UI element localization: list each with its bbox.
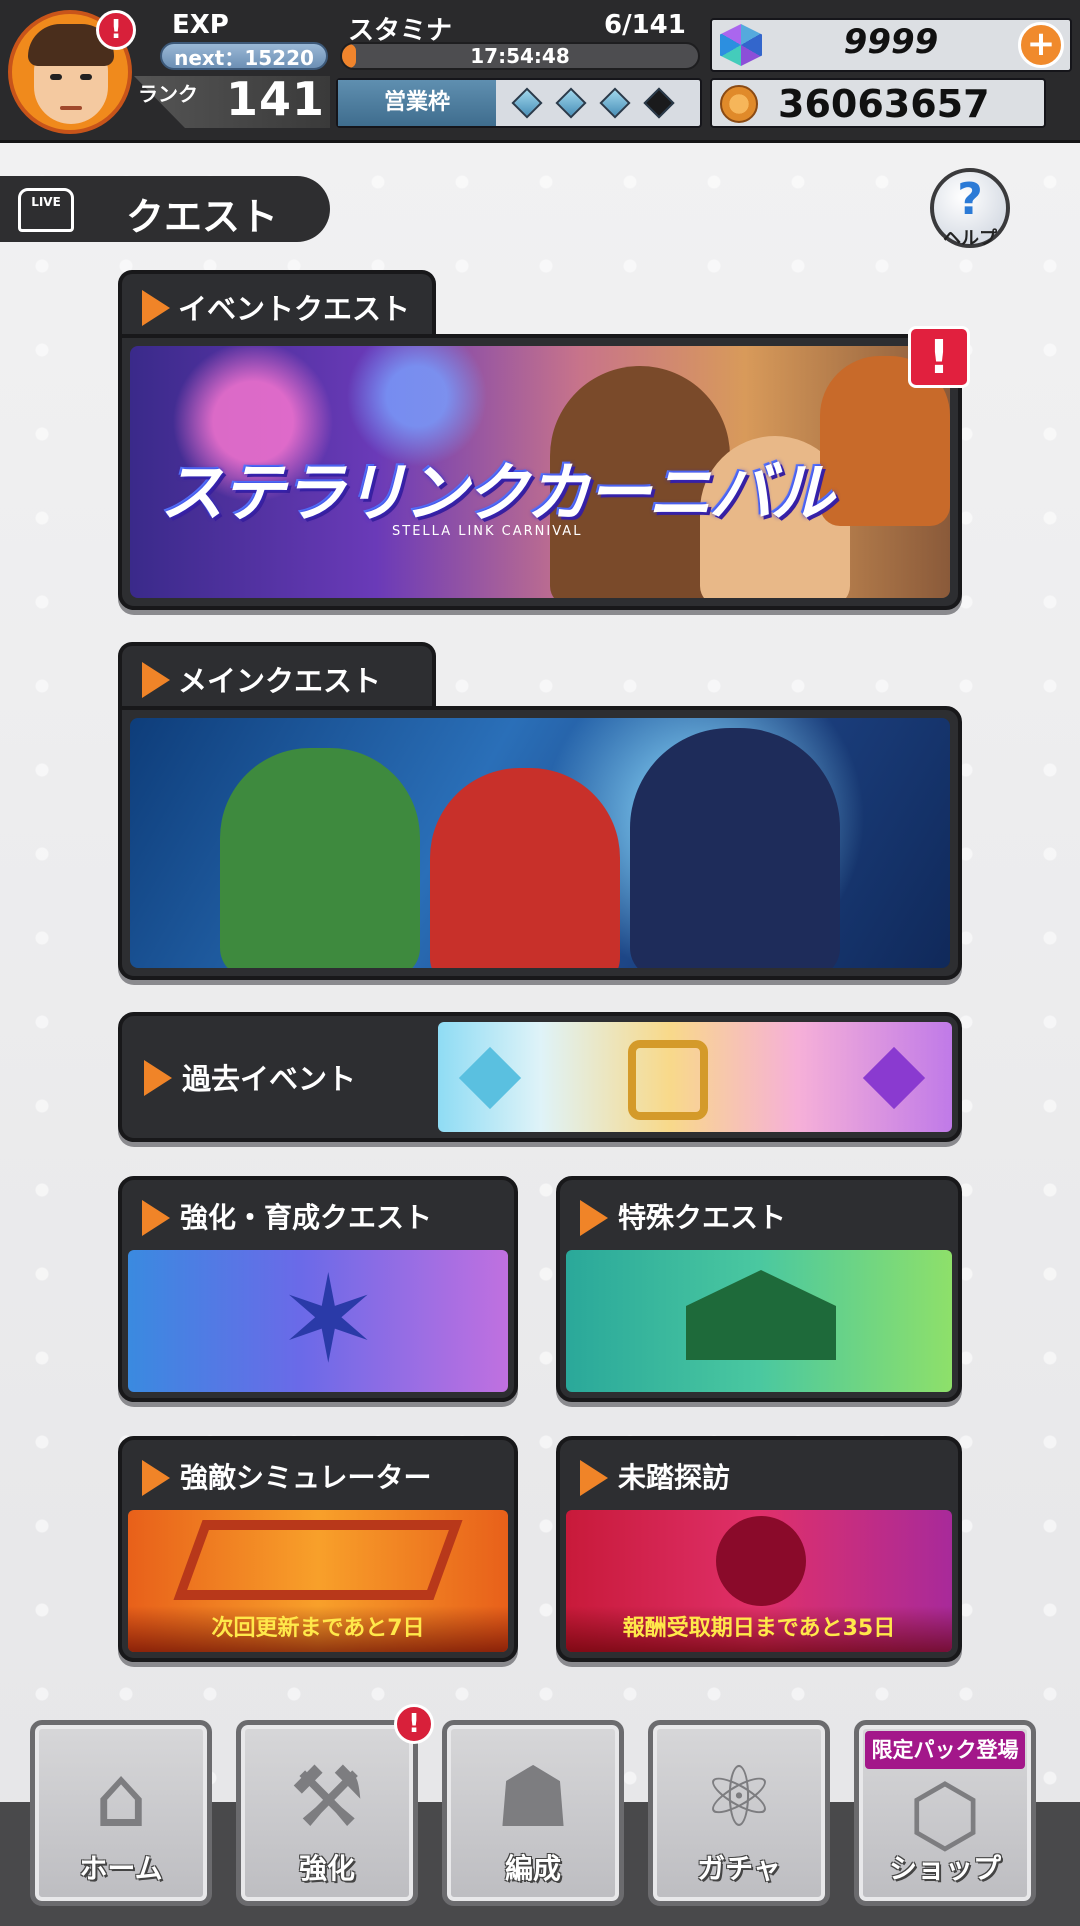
nav-enhance-button[interactable]: ⚒ 強化	[236, 1720, 418, 1906]
nav-enhance-label: 強化	[298, 1852, 355, 1885]
main-character-bear	[220, 748, 420, 968]
special-quest-image	[566, 1250, 952, 1392]
avatar-alert-icon: !	[96, 10, 136, 50]
past-event-banner[interactable]: 過去イベント	[118, 1012, 962, 1142]
training-quest-label: 強化・育成クエスト	[180, 1201, 433, 1234]
exploration-note: 報酬受取期日まであと35日	[566, 1606, 952, 1652]
main-quest-tab[interactable]: メインクエスト	[118, 642, 436, 712]
team-icon: ☗	[495, 1748, 571, 1846]
exp-next-value: next：15220	[160, 42, 328, 70]
sparkle-icon-right	[862, 1046, 926, 1110]
avatar-eye-right	[80, 74, 92, 80]
coin-counter: 36063657	[710, 78, 1046, 128]
emblem-icon	[686, 1270, 836, 1360]
status-header: ! EXP next：15220 ランク 141 スタミナ 6/141 17:5…	[0, 0, 1080, 143]
sales-slot-box: 営業枠	[336, 78, 702, 128]
sales-slot-diamond-icon	[643, 87, 675, 119]
event-logo-subtitle: STELLA LINK CARNIVAL	[392, 524, 583, 539]
add-gems-button[interactable]: +	[1018, 22, 1064, 68]
nav-home-label: ホーム	[79, 1852, 163, 1885]
play-arrow-icon	[142, 662, 170, 698]
play-arrow-icon	[580, 1460, 608, 1496]
special-quest-label: 特殊クエスト	[618, 1201, 787, 1234]
event-banner-image: ステラリンクカーニバル STELLA LINK CARNIVAL	[130, 346, 950, 598]
star-icon: ✶	[278, 1251, 379, 1390]
shop-ribbon: 限定パック登場	[865, 1731, 1025, 1769]
rank-value: 141	[226, 72, 326, 126]
help-label: ヘルプ	[943, 228, 997, 249]
avatar-mouth	[60, 106, 82, 110]
enhance-alert-icon: !	[394, 1704, 434, 1744]
special-quest-card[interactable]: 特殊クエスト	[556, 1176, 962, 1402]
page-title: クエスト	[126, 195, 279, 239]
sales-slot-diamond-icon	[511, 87, 543, 119]
simulator-quest-card[interactable]: 強敵シミュレーター 次回更新まであと7日	[118, 1436, 518, 1662]
help-button[interactable]: ? ヘルプ	[930, 168, 1010, 249]
main-character-girl	[630, 728, 840, 968]
training-quest-image: ✶	[128, 1250, 508, 1392]
exploration-quest-image: 報酬受取期日まであと35日	[566, 1510, 952, 1652]
nav-formation-label: 編成	[504, 1852, 561, 1885]
sales-slot-diamond-icon	[555, 87, 587, 119]
mask-icon	[716, 1516, 806, 1606]
nav-formation-button[interactable]: ☗ 編成	[442, 1720, 624, 1906]
main-banner-image	[130, 718, 950, 968]
training-quest-card[interactable]: 強化・育成クエスト ✶	[118, 1176, 518, 1402]
main-quest-banner[interactable]	[118, 706, 962, 980]
nav-gacha-button[interactable]: ⚛ ガチャ	[648, 1720, 830, 1906]
rank-label: ランク	[138, 82, 198, 106]
gem-value: 9999	[843, 22, 939, 62]
simulator-quest-label: 強敵シミュレーター	[180, 1461, 432, 1494]
sales-slot-diamond-icon	[599, 87, 631, 119]
stamina-timer: 17:54:48	[470, 44, 570, 68]
event-quest-tab[interactable]: イベントクエスト	[118, 270, 436, 340]
nav-home-button[interactable]: ⌂ ホーム	[30, 1720, 212, 1906]
help-question-icon: ?	[957, 174, 983, 225]
past-event-image	[438, 1022, 952, 1132]
main-character-hero	[430, 768, 620, 968]
stamina-value: 6/141	[604, 10, 686, 40]
simulator-quest-image: 次回更新まであと7日	[128, 1510, 508, 1652]
avatar-eye-left	[50, 74, 62, 80]
home-icon: ⌂	[94, 1748, 148, 1846]
exploration-quest-label: 未踏探訪	[618, 1461, 731, 1494]
play-arrow-icon	[142, 1460, 170, 1496]
pattern-icon	[173, 1520, 463, 1600]
dumbbell-icon: ⚒	[289, 1748, 365, 1846]
nav-shop-button[interactable]: 限定パック登場 ⬡ ショップ	[854, 1720, 1036, 1906]
event-quest-banner[interactable]: ステラリンクカーニバル STELLA LINK CARNIVAL	[118, 334, 962, 610]
page-title-bar: LIVE クエスト	[0, 176, 330, 242]
main-quest-label: メインクエスト	[178, 664, 382, 698]
past-event-label: 過去イベント	[182, 1062, 357, 1096]
play-arrow-icon	[144, 1060, 172, 1096]
event-quest-label: イベントクエスト	[178, 292, 411, 326]
event-logo-text: ステラリンクカーニバル	[160, 457, 834, 531]
play-arrow-icon	[580, 1200, 608, 1236]
sparkle-icon-left	[458, 1046, 522, 1110]
simulator-note: 次回更新まであと7日	[128, 1606, 508, 1652]
live-icon: LIVE	[18, 188, 74, 232]
play-arrow-icon	[142, 290, 170, 326]
play-arrow-icon	[142, 1200, 170, 1236]
stamina-bar: 17:54:48	[340, 42, 700, 70]
nav-shop-label: ショップ	[888, 1852, 1001, 1885]
camera-icon	[628, 1040, 708, 1120]
coin-value: 36063657	[778, 82, 990, 126]
coin-icon	[720, 85, 758, 123]
atom-icon: ⚛	[701, 1748, 777, 1846]
exp-label: EXP	[172, 10, 229, 40]
nav-gacha-label: ガチャ	[697, 1852, 781, 1885]
exploration-quest-card[interactable]: 未踏探訪 報酬受取期日まであと35日	[556, 1436, 962, 1662]
sales-slot-label: 営業枠	[338, 80, 496, 126]
event-alert-icon: !	[908, 326, 970, 388]
